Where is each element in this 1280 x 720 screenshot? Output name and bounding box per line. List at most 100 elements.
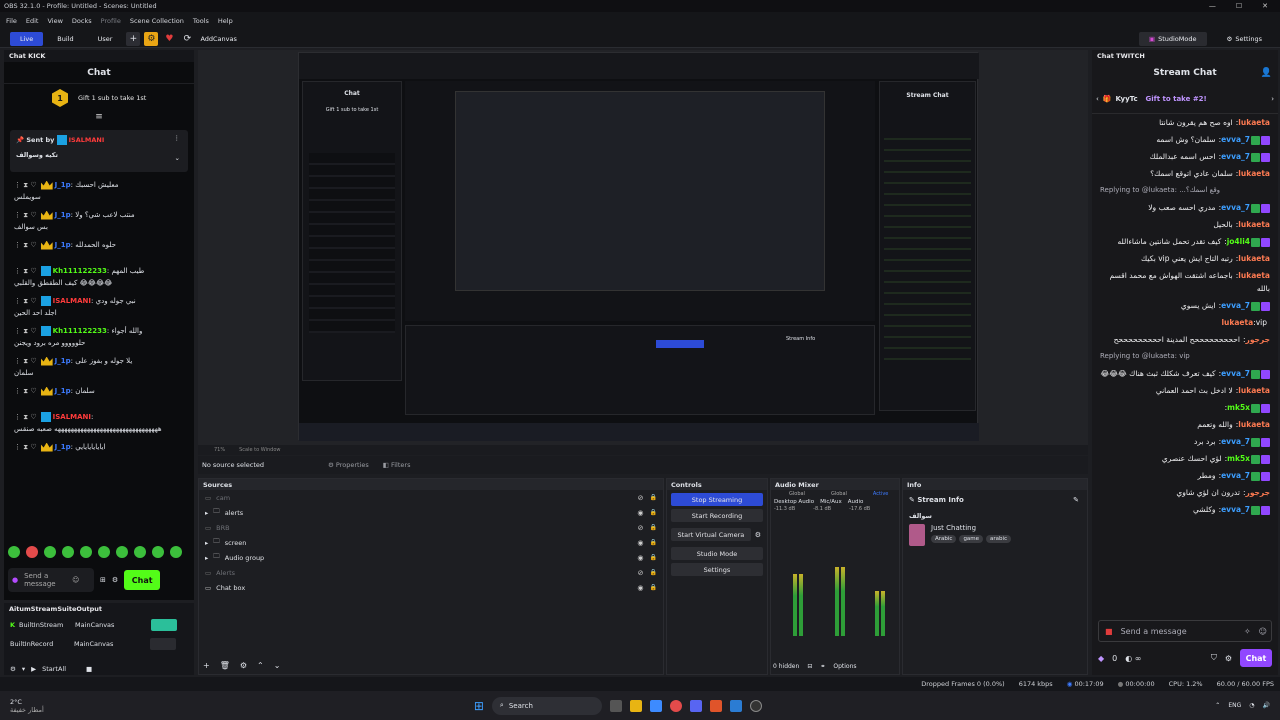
kick-username[interactable]: ISALMANI <box>53 297 91 305</box>
menu-tools[interactable]: Tools <box>193 17 209 25</box>
twitch-username[interactable]: lukaeta <box>1238 118 1270 127</box>
twitch-chat-button[interactable]: Chat <box>1240 649 1272 667</box>
message-action-icon[interactable]: ⋮ ⧗ ♡ <box>14 443 37 451</box>
message-action-icon[interactable]: ⋮ ⧗ ♡ <box>14 327 37 335</box>
twitch-username[interactable]: lukaeta <box>1238 220 1270 229</box>
message-action-icon[interactable]: ⋮ ⧗ ♡ <box>14 357 37 365</box>
emote-icon[interactable] <box>116 546 128 558</box>
twitch-gift-banner[interactable]: ‹ 🎁 KyyTc Gift to take #2! › <box>1092 84 1278 114</box>
twitch-username[interactable]: جرجور <box>1246 488 1271 497</box>
kick-username[interactable]: J_1p <box>55 443 71 451</box>
lock-icon[interactable]: 🔒 <box>650 554 657 562</box>
edit-icon[interactable]: ✎ <box>1073 496 1079 504</box>
kick-username[interactable]: Kh111122233 <box>53 267 107 275</box>
output-toggle[interactable] <box>151 618 178 631</box>
lock-icon[interactable]: 🔒 <box>650 524 657 532</box>
tray-chevron-icon[interactable]: ⌃ <box>1215 702 1220 709</box>
kick-message-input[interactable]: ● Send a message ☺ <box>8 568 94 592</box>
menu-scene-collection[interactable]: Scene Collection <box>130 17 184 25</box>
menu-docks[interactable]: Docks <box>72 17 92 25</box>
message-action-icon[interactable]: ⋮ ⧗ ♡ <box>14 413 37 421</box>
chrome-icon[interactable] <box>669 699 682 712</box>
emote-icon[interactable] <box>26 546 38 558</box>
emote-icon[interactable] <box>44 546 56 558</box>
eye-hidden-icon[interactable]: ⊘ <box>638 524 644 532</box>
eye-hidden-icon[interactable]: ⊘ <box>638 569 644 577</box>
move-up-icon[interactable]: ⌃ <box>257 661 264 670</box>
message-action-icon[interactable]: ⋮ ⧗ ♡ <box>14 387 37 395</box>
close-icon[interactable]: ✕ <box>1262 2 1268 10</box>
menu-help[interactable]: Help <box>218 17 233 25</box>
task-view-icon[interactable] <box>609 699 622 712</box>
discord-icon[interactable] <box>689 699 702 712</box>
taskbar-search[interactable]: ⌕ Search <box>491 696 602 715</box>
app-icon[interactable] <box>729 699 742 712</box>
output-toggle[interactable] <box>150 637 176 650</box>
twitch-username[interactable]: lukaeta <box>1238 254 1270 263</box>
message-action-icon[interactable]: ⋮ ⧗ ♡ <box>14 241 37 249</box>
move-down-icon[interactable]: ⌄ <box>274 661 281 670</box>
dropdown-icon[interactable]: ▾ <box>22 665 25 673</box>
kick-username[interactable]: J_1p <box>55 241 71 249</box>
twitch-username[interactable]: evva_7 <box>1221 369 1250 378</box>
shield-icon[interactable]: ⛉ <box>1211 653 1217 663</box>
gear-icon[interactable]: ⚙ <box>144 31 159 46</box>
next-icon[interactable]: › <box>1271 95 1274 103</box>
live-tab[interactable]: Live <box>10 31 44 46</box>
minimize-icon[interactable]: — <box>1209 2 1216 10</box>
users-icon[interactable]: 👤 <box>1261 68 1272 78</box>
emote-icon[interactable] <box>134 546 146 558</box>
kick-username[interactable]: J_1p <box>55 211 71 219</box>
delete-icon[interactable]: 🗑 <box>220 661 230 670</box>
lock-icon[interactable]: 🔒 <box>650 569 657 577</box>
eye-icon[interactable]: ◉ <box>637 584 643 592</box>
wifi-icon[interactable]: ◔ <box>1249 702 1254 709</box>
channel-name[interactable]: Audio <box>848 499 864 505</box>
scale-mode[interactable]: Scale to Window <box>239 447 280 453</box>
emote-icon[interactable] <box>152 546 164 558</box>
source-item[interactable]: ▸ 🗀 screen ◉ 🔒 <box>199 535 663 550</box>
lock-icon[interactable]: 🔒 <box>650 509 657 517</box>
prev-icon[interactable]: ‹ <box>1096 95 1099 103</box>
eye-hidden-icon[interactable]: ⊘ <box>638 494 644 502</box>
twitch-username[interactable]: evva_7 <box>1221 135 1250 144</box>
properties-button[interactable]: ⚙ Properties <box>328 461 369 469</box>
eye-icon[interactable]: ◉ <box>637 509 643 517</box>
expand-icon[interactable]: ▸ <box>205 554 208 562</box>
start-all-button[interactable]: StartAll <box>42 665 66 673</box>
stream-tag[interactable]: Arabic <box>931 535 957 543</box>
filters-button[interactable]: ◧ Filters <box>383 461 411 469</box>
gear-icon[interactable]: ⚙ <box>10 665 16 673</box>
menu-view[interactable]: View <box>47 17 62 25</box>
emoji-icon[interactable]: ☺ <box>72 576 79 584</box>
menu-profile[interactable]: Profile <box>101 17 121 25</box>
obs-icon[interactable] <box>749 699 762 712</box>
audio-tab[interactable]: Global <box>789 491 805 497</box>
expand-icon[interactable]: ▸ <box>205 509 208 517</box>
emote-icon[interactable] <box>98 546 110 558</box>
kick-username[interactable]: J_1p <box>55 387 71 395</box>
twitch-username[interactable]: evva_7 <box>1221 301 1250 310</box>
menu-edit[interactable]: Edit <box>26 17 39 25</box>
kick-username[interactable]: ISALMANI <box>53 413 91 421</box>
eye-icon[interactable]: ◉ <box>637 554 643 562</box>
source-item[interactable]: ▭ cam ⊘ 🔒 <box>199 490 663 505</box>
pinned-message[interactable]: 📌 Sent by ISALMANI تكيه وسوالف ⋮ ⌄ <box>10 130 188 172</box>
source-item[interactable]: ▭ Chat box ◉ 🔒 <box>199 580 663 595</box>
stream-tag[interactable]: game <box>959 535 984 543</box>
windows-start-icon[interactable]: ⊞ <box>474 699 484 713</box>
source-item[interactable]: ▭ Alerts ⊘ 🔒 <box>199 565 663 580</box>
weather-widget[interactable]: 2°C أمطار خفيفة <box>10 698 44 714</box>
link-icon[interactable]: ⚭ <box>820 663 825 670</box>
twitch-message-input[interactable]: ■ Send a message ✧ ☺ <box>1098 620 1272 642</box>
menu-file[interactable]: File <box>6 17 17 25</box>
source-item[interactable]: ▸ 🗀 alerts ◉ 🔒 <box>199 505 663 520</box>
more-icon[interactable]: ⋮ <box>174 134 181 142</box>
emote-icon[interactable] <box>80 546 92 558</box>
settings-control-button[interactable]: Settings <box>671 563 763 576</box>
emote-icon[interactable] <box>8 546 20 558</box>
audio-tab[interactable]: Active <box>873 491 888 497</box>
refresh-icon[interactable]: ⟳ <box>180 32 194 46</box>
heart-icon[interactable]: ♥ <box>162 32 176 46</box>
play-icon[interactable]: ▶ <box>31 665 36 673</box>
